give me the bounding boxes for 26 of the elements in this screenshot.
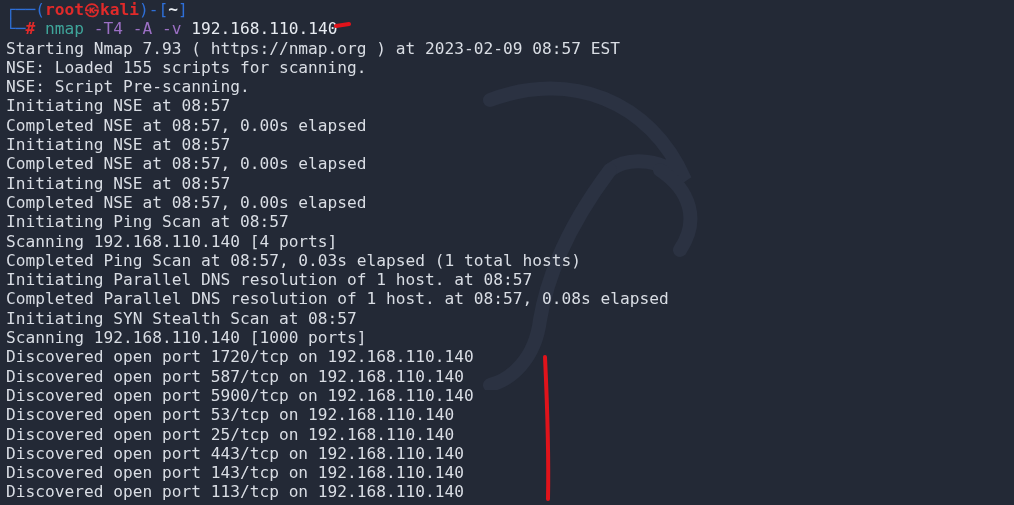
output-line: Discovered open port 143/tcp on 192.168.110.140 — [6, 463, 465, 483]
output-line: NSE: Loaded 155 scripts for scanning. — [6, 57, 367, 78]
prompt-line: ┌──(root㉿kali)-[~] — [6, 0, 188, 19]
output-line: Discovered open port 443/tcp on 192.168.110.140 — [6, 443, 465, 464]
output-line: NSE: Script Pre-scanning. — [6, 77, 250, 97]
output-line: Starting Nmap 7.93 ( https://nmap.org ) at 2023-02-09 08:57 EST — [6, 38, 620, 58]
output-line: Scanning 192.168.110.140 [4 ports] — [6, 231, 338, 251]
output-line: Completed NSE at 08:57, 0.00s elapsed — [6, 192, 367, 213]
output-line: Initiating NSE at 08:57 — [6, 173, 231, 193]
output-line: Initiating Parallel DNS resolution of 1 host. at 08:57 — [6, 270, 533, 290]
output-line: Discovered open port 53/tcp on 192.168.110.140 — [6, 405, 455, 425]
output-line: Completed Parallel DNS resolution of 1 host. at 08:57, 0.08s elapsed — [6, 289, 669, 309]
output-line: Scanning 192.168.110.140 [1000 ports] — [6, 328, 367, 348]
output-line: Discovered open port 1720/tcp on 192.168.110.140 — [6, 347, 474, 367]
output-line: Discovered open port 5900/tcp on 192.168.110.140 — [6, 385, 474, 406]
prompt-line: └─# nmap -T4 -A -v 192.168.110.140 — [6, 19, 338, 39]
output-line: Completed Ping Scan at 08:57, 0.03s elapsed (1 total hosts) — [6, 250, 581, 271]
output-line: Completed NSE at 08:57, 0.00s elapsed — [6, 115, 367, 136]
output-line: Discovered open port 113/tcp on 192.168.110.140 — [6, 482, 465, 502]
output-line: Initiating NSE at 08:57 — [6, 135, 231, 155]
output-line: Discovered open port 25/tcp on 192.168.110.140 — [6, 424, 455, 444]
output-line: Initiating SYN Stealth Scan at 08:57 — [6, 308, 357, 329]
output-line: Initiating Ping Scan at 08:57 — [6, 212, 289, 232]
output-line: Completed NSE at 08:57, 0.00s elapsed — [6, 154, 367, 174]
output-line: Discovered open port 587/tcp on 192.168.110.140 — [6, 366, 465, 386]
output-line: Initiating NSE at 08:57 — [6, 96, 231, 116]
